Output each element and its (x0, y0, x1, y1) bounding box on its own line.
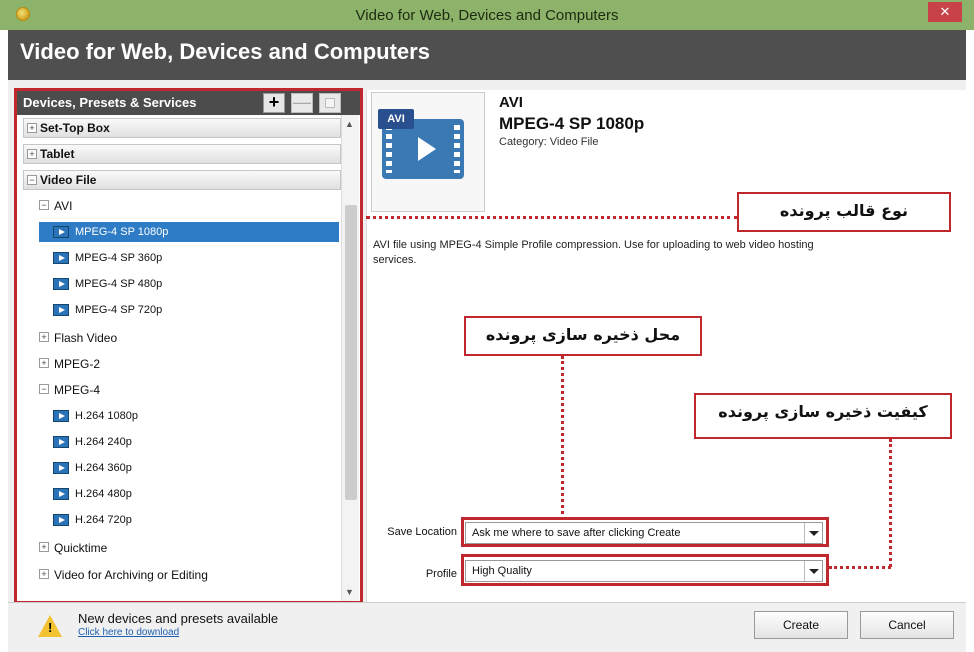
save-location-label: Save Location (387, 526, 457, 538)
preset-category: Category: Video File (499, 136, 599, 148)
tree-category-set-top-box[interactable]: + Set-Top Box (23, 118, 341, 138)
presets-tree: + Set-Top Box + Tablet − Video File − AV… (17, 115, 341, 601)
scroll-up-icon[interactable]: ▲ (345, 119, 354, 129)
video-preset-icon (53, 226, 69, 238)
tree-category-tablet[interactable]: + Tablet (23, 144, 341, 164)
tree-item-mpeg4-sp-1080p[interactable]: MPEG-4 SP 1080p (39, 222, 339, 242)
collapse-icon[interactable]: − (39, 384, 49, 394)
annotation-file-format: نوع قالب پرونده (737, 192, 951, 232)
tree-item-h264-240p[interactable]: H.264 240p (49, 432, 339, 452)
close-button[interactable]: ✕ (928, 2, 962, 22)
video-preset-icon (53, 436, 69, 448)
edit-preset-button[interactable] (319, 93, 341, 113)
footer-bar: ! New devices and presets available Clic… (8, 602, 966, 652)
tree-node-mpeg4[interactable]: − MPEG-4 (39, 380, 339, 400)
tree-node-mpeg2[interactable]: + MPEG-2 (39, 354, 339, 374)
scrollbar-thumb[interactable] (345, 205, 357, 500)
presets-panel-header: Devices, Presets & Services + — (17, 91, 360, 115)
preset-description: AVI file using MPEG-4 Simple Profile com… (373, 239, 814, 266)
page-title: Video for Web, Devices and Computers (20, 39, 430, 64)
tree-item-h264-1080p[interactable]: H.264 1080p (49, 406, 339, 426)
collapse-icon[interactable]: − (39, 200, 49, 210)
expand-icon[interactable]: + (27, 123, 37, 133)
dropdown-arrow-icon[interactable] (804, 561, 822, 581)
dropdown-arrow-icon[interactable] (804, 523, 822, 543)
annotation-connector (366, 216, 738, 219)
tree-item-mpeg4-sp-720p[interactable]: MPEG-4 SP 720p (49, 300, 339, 320)
tree-item-h264-480p[interactable]: H.264 480p (49, 484, 339, 504)
tree-scrollbar[interactable]: ▲ ▼ (341, 115, 359, 601)
profile-label: Profile (425, 568, 457, 580)
presets-panel-title: Devices, Presets & Services (23, 95, 197, 110)
create-button[interactable]: Create (754, 611, 848, 639)
video-preset-icon (53, 278, 69, 290)
annotation-connector (829, 566, 891, 569)
expand-icon[interactable]: + (39, 332, 49, 342)
format-tag: AVI (378, 109, 414, 129)
news-title: New devices and presets available (78, 611, 279, 626)
format-name: AVI (499, 94, 523, 111)
cancel-button[interactable]: Cancel (860, 611, 954, 639)
window-title: Video for Web, Devices and Computers (355, 7, 619, 24)
title-bar: Video for Web, Devices and Computers ✕ (0, 0, 974, 30)
presets-panel: Devices, Presets & Services + — + Set-To… (16, 90, 361, 602)
annotation-save-quality: کیفیت ذخیره سازی پرونده (694, 393, 952, 439)
video-preset-icon (53, 514, 69, 526)
tree-item-h264-720p[interactable]: H.264 720p (49, 510, 339, 530)
play-icon (418, 137, 436, 161)
tree-node-flash-video[interactable]: + Flash Video (39, 328, 339, 348)
tree-item-mpeg4-sp-480p[interactable]: MPEG-4 SP 480p (49, 274, 339, 294)
annotation-save-location: محل ذخیره سازی پرونده (464, 316, 702, 356)
tree-node-quicktime[interactable]: + Quicktime (39, 538, 339, 558)
video-preset-icon (53, 410, 69, 422)
preset-name: MPEG-4 SP 1080p (499, 114, 645, 133)
save-location-select[interactable]: Ask me where to save after clicking Crea… (465, 522, 823, 544)
scroll-down-icon[interactable]: ▼ (345, 587, 354, 597)
warning-icon-mark: ! (48, 620, 53, 635)
page-header: Video for Web, Devices and Computers (8, 30, 966, 80)
tree-node-archiving[interactable]: + Video for Archiving or Editing (39, 565, 339, 585)
annotation-connector (561, 356, 564, 514)
video-preset-icon (53, 304, 69, 316)
expand-icon[interactable]: + (39, 358, 49, 368)
add-preset-button[interactable]: + (263, 93, 285, 113)
tree-item-h264-360p[interactable]: H.264 360p (49, 458, 339, 478)
expand-icon[interactable]: + (39, 542, 49, 552)
tree-category-video-file[interactable]: − Video File (23, 170, 341, 190)
expand-icon[interactable]: + (39, 569, 49, 579)
video-preset-icon (53, 488, 69, 500)
annotation-connector (889, 439, 892, 567)
tree-item-mpeg4-sp-360p[interactable]: MPEG-4 SP 360p (49, 248, 339, 268)
download-link[interactable]: Click here to download (78, 627, 179, 638)
video-preset-icon (53, 462, 69, 474)
profile-select[interactable]: High Quality (465, 560, 823, 582)
collapse-icon[interactable]: − (27, 175, 37, 185)
format-thumbnail: AVI (371, 92, 485, 212)
expand-icon[interactable]: + (27, 149, 37, 159)
edit-icon (325, 98, 335, 108)
tree-node-avi[interactable]: − AVI (39, 196, 339, 216)
remove-preset-button[interactable]: — (291, 93, 313, 113)
video-preset-icon (53, 252, 69, 264)
